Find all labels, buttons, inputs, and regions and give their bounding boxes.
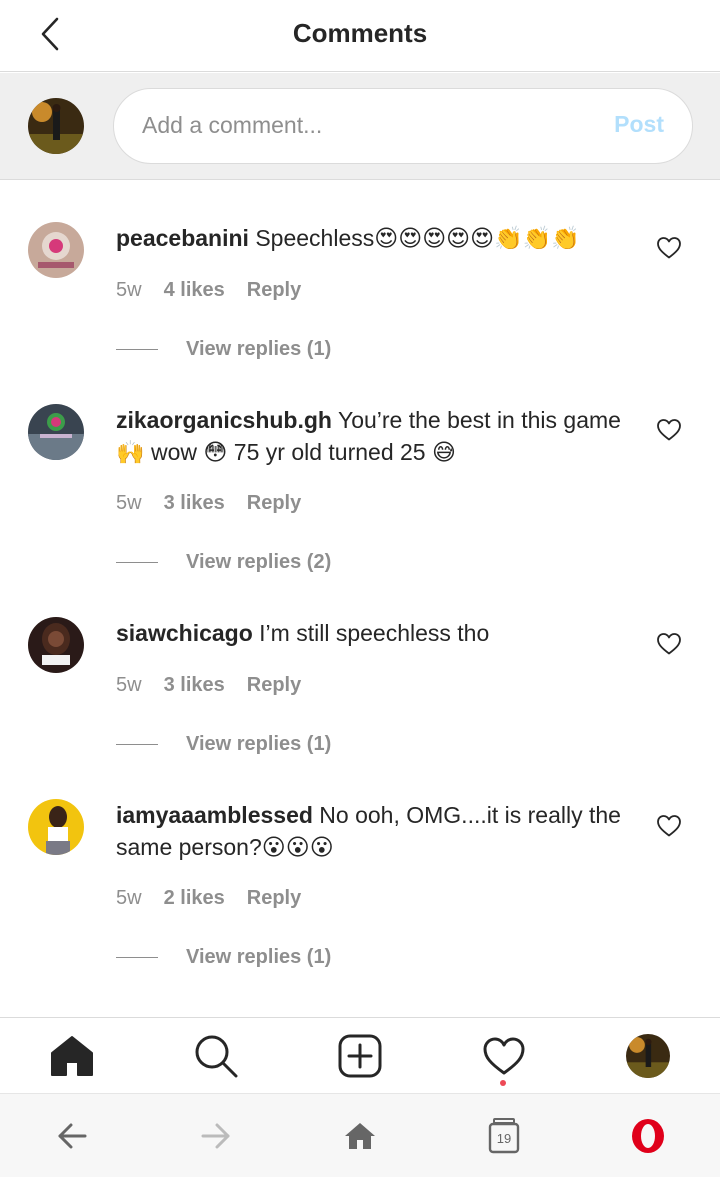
browser-home-button[interactable] bbox=[320, 1094, 400, 1177]
home-icon bbox=[345, 1123, 375, 1149]
plus-square-icon bbox=[338, 1034, 382, 1078]
post-button[interactable]: Post bbox=[614, 111, 664, 138]
comment-meta: 5w 4 likes Reply bbox=[116, 279, 301, 302]
home-icon bbox=[51, 1036, 93, 1076]
comment-meta: 5w 3 likes Reply bbox=[116, 492, 301, 515]
comment-time: 5w bbox=[116, 887, 142, 909]
like-button[interactable] bbox=[656, 632, 682, 656]
comment-field[interactable]: Post bbox=[113, 88, 693, 164]
tab-new-post[interactable] bbox=[320, 1018, 400, 1094]
comment-time: 5w bbox=[116, 492, 142, 514]
comment-time: 5w bbox=[116, 279, 142, 301]
view-replies-label: View replies (1) bbox=[186, 338, 332, 360]
tabs-count: 19 bbox=[496, 1131, 512, 1146]
tab-search[interactable] bbox=[176, 1018, 256, 1094]
avatar[interactable] bbox=[28, 222, 84, 278]
replies-divider bbox=[116, 348, 158, 351]
heart-outline-icon bbox=[657, 237, 681, 259]
view-replies-label: View replies (1) bbox=[186, 946, 332, 968]
comment-text: peacebanini Speechless😍😍😍😍😍👏👏👏 bbox=[116, 222, 636, 254]
avatar[interactable] bbox=[28, 799, 84, 855]
top-bar: Comments bbox=[0, 0, 720, 72]
reply-button[interactable]: Reply bbox=[247, 279, 301, 302]
arrow-left-icon bbox=[58, 1123, 87, 1149]
bottom-tab-bar bbox=[0, 1017, 720, 1093]
browser-tabs-button[interactable]: 19 bbox=[464, 1094, 544, 1177]
comment-username[interactable]: peacebanini bbox=[116, 225, 249, 251]
browser-back-button[interactable] bbox=[32, 1094, 112, 1177]
arrow-right-icon bbox=[201, 1123, 230, 1149]
comment-body: I’m still speechless tho bbox=[252, 620, 490, 646]
comment-text: zikaorganicshub.gh You’re the best in th… bbox=[116, 404, 636, 468]
view-replies-button[interactable]: View replies (2) bbox=[116, 551, 331, 574]
profile-avatar bbox=[626, 1034, 670, 1078]
comment-username[interactable]: siawchicago bbox=[116, 620, 253, 646]
like-button[interactable] bbox=[656, 236, 682, 260]
comment-username[interactable]: zikaorganicshub.gh bbox=[116, 407, 332, 433]
likes-count[interactable]: 3 likes bbox=[164, 674, 225, 697]
current-user-avatar bbox=[28, 98, 84, 154]
tab-home[interactable] bbox=[32, 1018, 112, 1094]
replies-divider bbox=[116, 956, 158, 959]
avatar[interactable] bbox=[28, 617, 84, 673]
like-button[interactable] bbox=[656, 418, 682, 442]
view-replies-label: View replies (2) bbox=[186, 551, 332, 573]
comment-meta: 5w 2 likes Reply bbox=[116, 887, 301, 910]
comment-text: siawchicago I’m still speechless tho bbox=[116, 617, 636, 649]
comment-input[interactable] bbox=[142, 89, 582, 162]
opera-menu-button[interactable] bbox=[608, 1094, 688, 1177]
heart-outline-icon bbox=[657, 419, 681, 441]
like-button[interactable] bbox=[656, 814, 682, 838]
replies-divider bbox=[116, 561, 158, 564]
browser-nav-bar: 19 bbox=[0, 1093, 720, 1177]
avatar[interactable] bbox=[28, 404, 84, 460]
likes-count[interactable]: 3 likes bbox=[164, 492, 225, 515]
view-replies-button[interactable]: View replies (1) bbox=[116, 946, 331, 969]
reply-button[interactable]: Reply bbox=[247, 887, 301, 910]
comment-username[interactable]: iamyaaamblessed bbox=[116, 802, 313, 828]
view-replies-button[interactable]: View replies (1) bbox=[116, 338, 331, 361]
view-replies-button[interactable]: View replies (1) bbox=[116, 733, 331, 756]
tab-profile[interactable] bbox=[608, 1018, 688, 1094]
page-title: Comments bbox=[292, 18, 428, 48]
reply-button[interactable]: Reply bbox=[247, 492, 301, 515]
opera-logo bbox=[632, 1119, 664, 1153]
notification-dot bbox=[500, 1080, 506, 1086]
replies-divider bbox=[116, 743, 158, 746]
search-icon bbox=[195, 1035, 238, 1078]
comment-time: 5w bbox=[116, 674, 142, 696]
heart-outline-icon bbox=[657, 815, 681, 837]
heart-outline-icon bbox=[657, 633, 681, 655]
likes-count[interactable]: 4 likes bbox=[164, 279, 225, 302]
view-replies-label: View replies (1) bbox=[186, 733, 332, 755]
reply-button[interactable]: Reply bbox=[247, 674, 301, 697]
comment-meta: 5w 3 likes Reply bbox=[116, 674, 301, 697]
likes-count[interactable]: 2 likes bbox=[164, 887, 225, 910]
comment-composer: Post bbox=[0, 73, 720, 180]
comment-body: Speechless😍😍😍😍😍👏👏👏 bbox=[248, 225, 581, 251]
comment-text: iamyaaamblessed No ooh, OMG....it is rea… bbox=[116, 799, 636, 863]
browser-forward-button[interactable] bbox=[176, 1094, 256, 1177]
heart-icon bbox=[483, 1037, 525, 1075]
